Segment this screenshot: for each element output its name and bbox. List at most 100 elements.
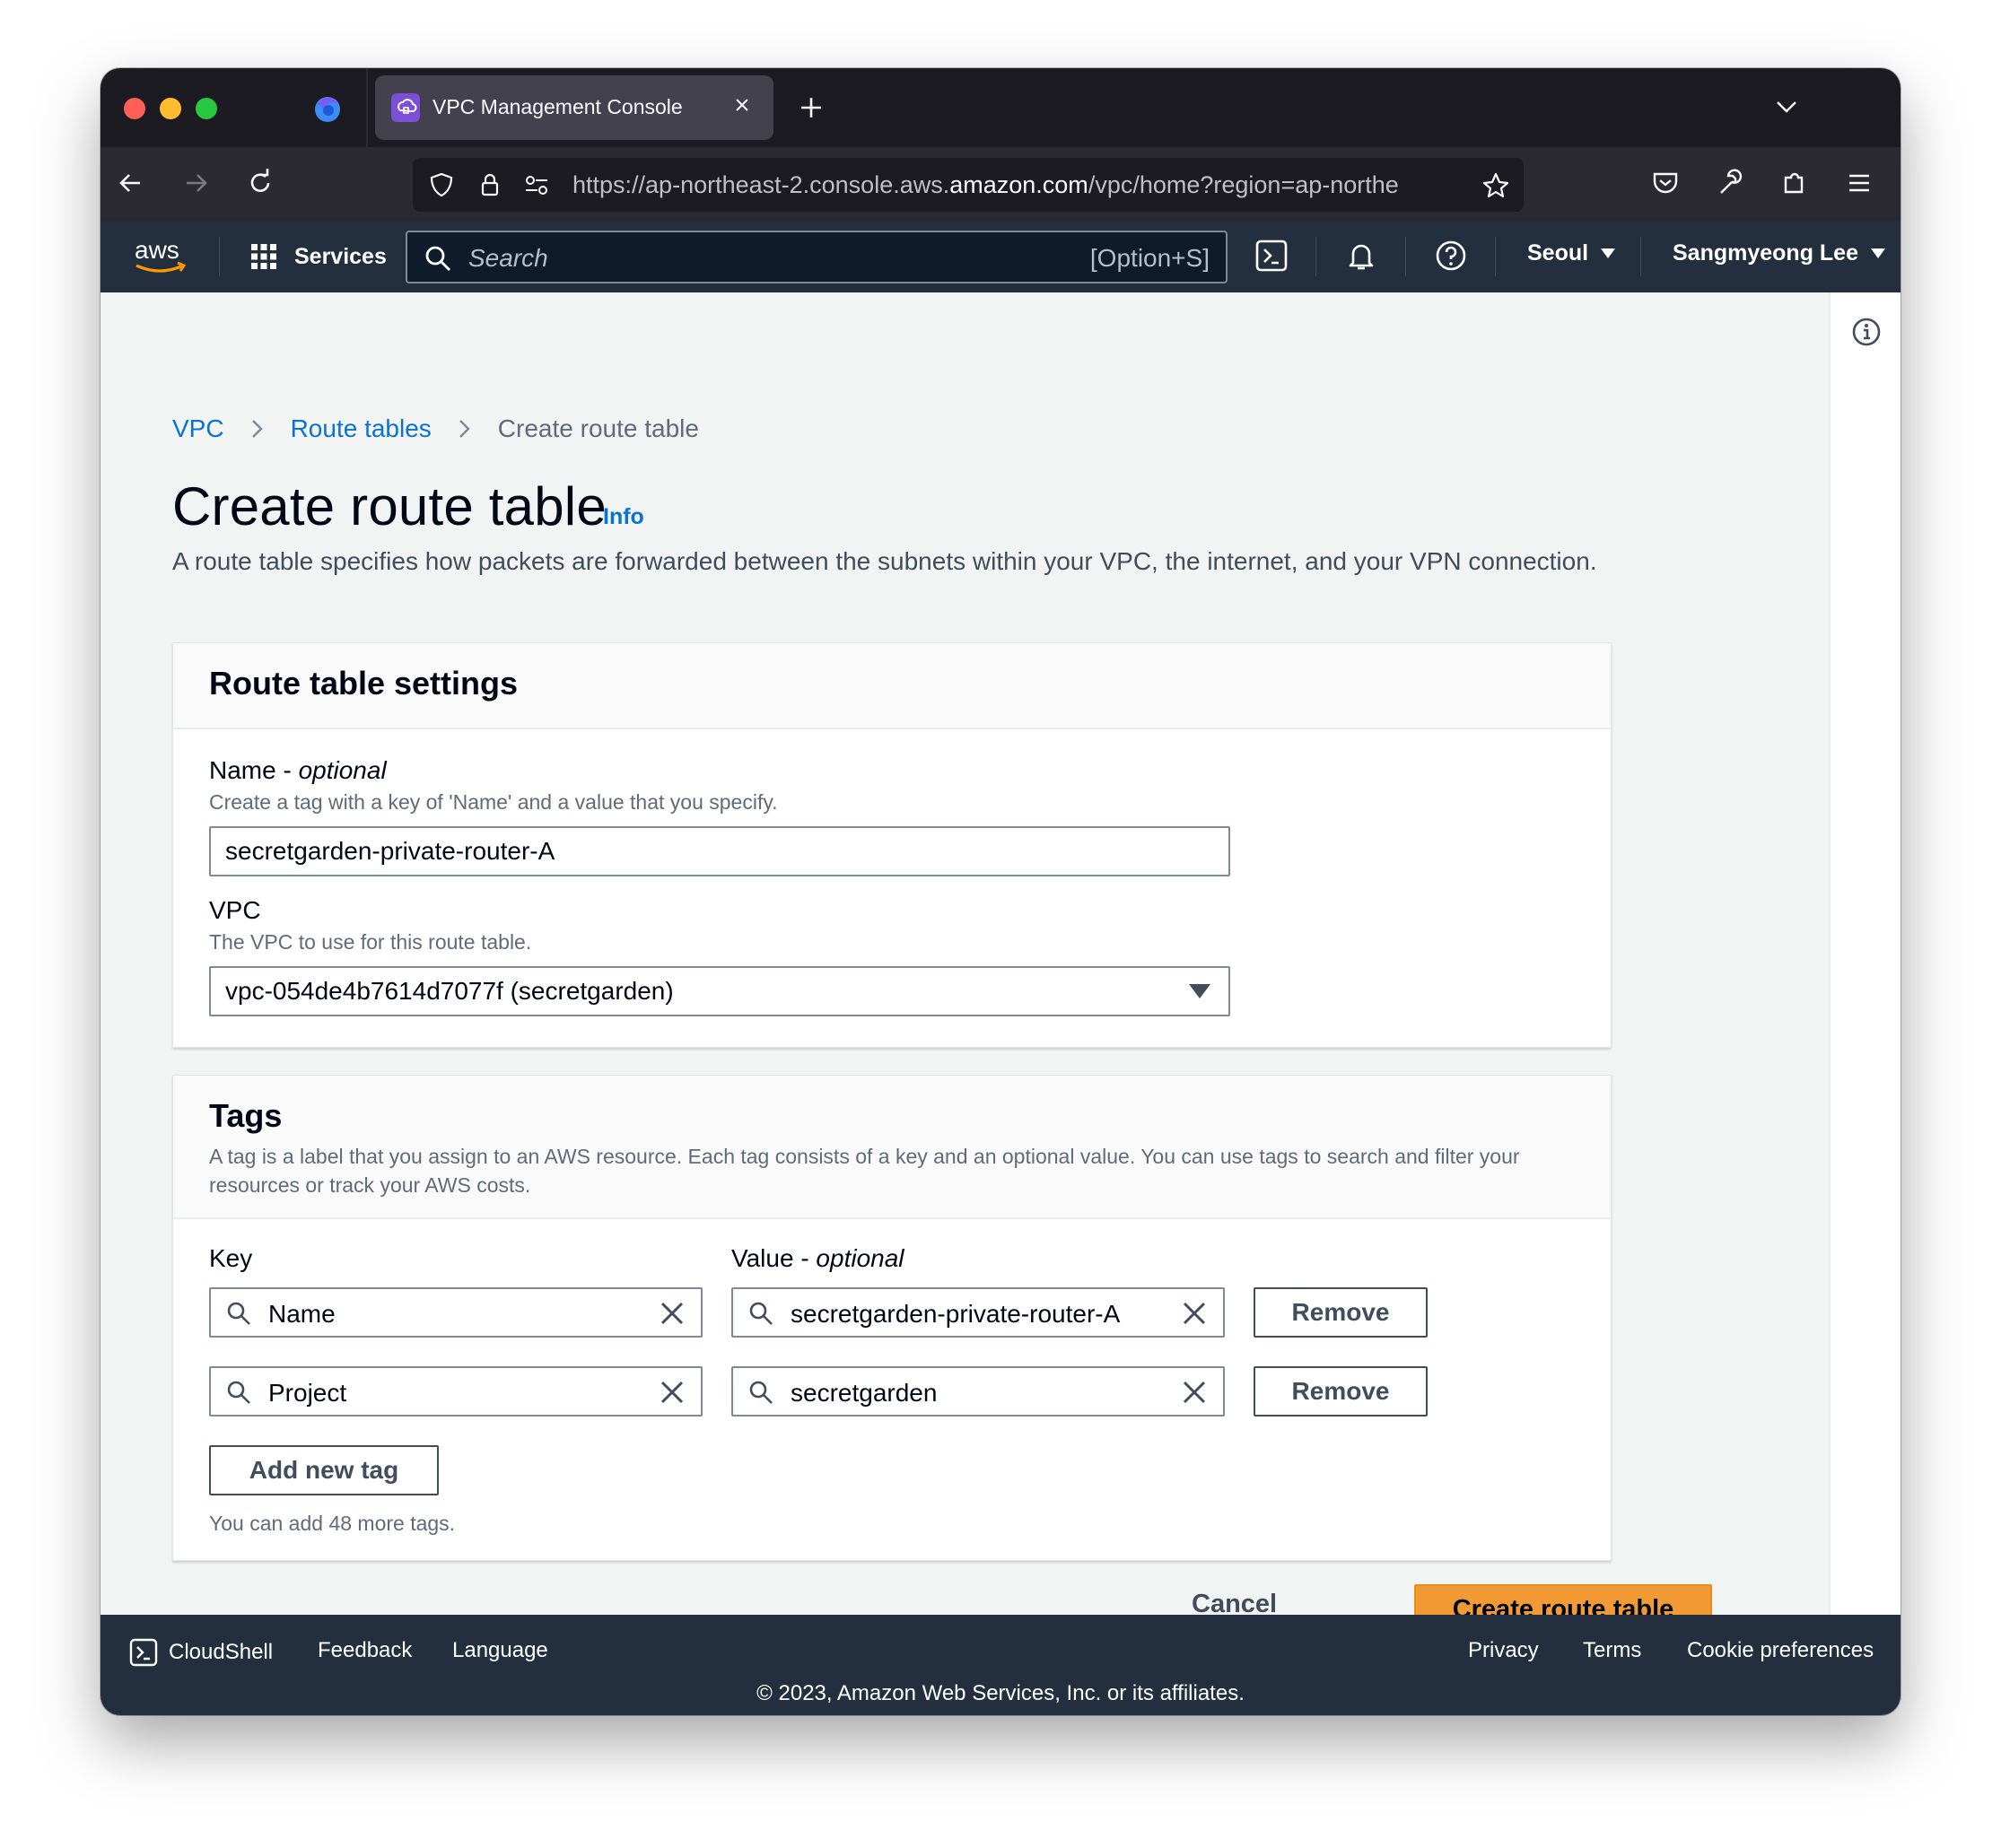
divider bbox=[1495, 237, 1496, 276]
key-column-header: Key bbox=[209, 1244, 253, 1272]
breadcrumb-route-tables[interactable]: Route tables bbox=[291, 414, 432, 443]
vpc-select-value: vpc-054de4b7614d7077f (secretgarden) bbox=[225, 977, 674, 1005]
tab-vpc-console[interactable]: VPC Management Console bbox=[375, 75, 773, 140]
divider bbox=[219, 237, 220, 276]
url-text[interactable]: https://ap-northeast-2.console.aws.amazo… bbox=[572, 171, 1470, 199]
vpc-select[interactable]: vpc-054de4b7614d7077f (secretgarden) bbox=[209, 966, 1230, 1016]
tag-key-input[interactable]: Project bbox=[209, 1366, 703, 1417]
search-icon bbox=[227, 1302, 250, 1325]
footer-terms-link[interactable]: Terms bbox=[1583, 1638, 1641, 1663]
browser-nav-bar: https://ap-northeast-2.console.aws.amazo… bbox=[100, 147, 1901, 221]
name-input-value: secretgarden-private-router-A bbox=[225, 837, 555, 865]
shield-icon[interactable] bbox=[427, 170, 456, 199]
services-menu-button[interactable]: Services bbox=[249, 239, 387, 275]
panel-header: Tags A tag is a label that you assign to… bbox=[173, 1076, 1611, 1219]
caret-down-icon bbox=[1189, 984, 1210, 998]
minimize-window-button[interactable] bbox=[160, 98, 181, 119]
aws-top-nav: aws Services Search [Option+S] Seoul San… bbox=[100, 221, 1901, 292]
tag-limit-note: You can add 48 more tags. bbox=[209, 1512, 456, 1535]
page-description: A route table specifies how packets are … bbox=[172, 547, 1597, 575]
search-placeholder: Search bbox=[468, 244, 548, 272]
footer-privacy-link[interactable]: Privacy bbox=[1468, 1638, 1539, 1663]
name-input[interactable]: secretgarden-private-router-A bbox=[209, 826, 1230, 876]
search-icon bbox=[425, 246, 450, 271]
footer-cookie-preferences-link[interactable]: Cookie preferences bbox=[1687, 1638, 1874, 1663]
info-icon[interactable] bbox=[1850, 316, 1883, 348]
chevron-right-icon bbox=[459, 420, 470, 438]
close-window-button[interactable] bbox=[124, 98, 145, 119]
bell-icon[interactable] bbox=[1344, 239, 1378, 273]
tag-value-value: secretgarden-private-router-A bbox=[791, 1300, 1121, 1328]
footer-feedback-link[interactable]: Feedback bbox=[318, 1638, 412, 1663]
tags-panel: Tags A tag is a label that you assign to… bbox=[172, 1075, 1612, 1561]
vpc-field-label: VPC bbox=[209, 896, 261, 924]
breadcrumb-current: Create route table bbox=[497, 414, 699, 442]
bookmark-star-icon[interactable] bbox=[1481, 170, 1511, 201]
route-table-settings-panel: Route table settings Name - optional Cre… bbox=[172, 642, 1612, 1048]
tag-key-value: Project bbox=[268, 1379, 347, 1407]
remove-tag-button[interactable]: Remove bbox=[1254, 1366, 1428, 1417]
aws-search-input[interactable]: Search [Option+S] bbox=[406, 231, 1228, 283]
clear-icon[interactable] bbox=[658, 1378, 686, 1407]
footer-cloudshell-label: CloudShell bbox=[169, 1640, 274, 1664]
tab-title: VPC Management Console bbox=[433, 95, 683, 118]
page-title: Create route table bbox=[172, 476, 607, 536]
name-field-label: Name - optional bbox=[209, 756, 387, 784]
tags-description: A tag is a label that you assign to an A… bbox=[209, 1145, 1520, 1197]
account-name: Sangmyeong Lee bbox=[1673, 240, 1858, 266]
cloudshell-icon[interactable] bbox=[1254, 239, 1289, 273]
divider bbox=[1315, 237, 1316, 276]
panel-title: Route table settings bbox=[209, 665, 519, 702]
footer-cloudshell-link[interactable]: CloudShell bbox=[129, 1638, 273, 1667]
region-label: Seoul bbox=[1527, 240, 1589, 266]
new-tab-icon[interactable] bbox=[793, 90, 829, 126]
extensions-icon[interactable] bbox=[1777, 165, 1813, 201]
footer-language-link[interactable]: Language bbox=[452, 1638, 548, 1663]
menu-icon[interactable] bbox=[1841, 165, 1877, 201]
back-arrow-icon[interactable] bbox=[113, 165, 149, 201]
tag-key-input[interactable]: Name bbox=[209, 1287, 703, 1338]
panel-header: Route table settings bbox=[173, 643, 1611, 729]
clear-icon[interactable] bbox=[1180, 1299, 1209, 1328]
firefox-view-icon[interactable] bbox=[312, 93, 343, 124]
name-field-description: Create a tag with a key of 'Name' and a … bbox=[209, 790, 778, 814]
lock-icon[interactable] bbox=[476, 170, 504, 199]
url-bar[interactable]: https://ap-northeast-2.console.aws.amazo… bbox=[413, 158, 1524, 212]
reload-icon[interactable] bbox=[242, 165, 278, 201]
breadcrumb-vpc[interactable]: VPC bbox=[172, 414, 224, 443]
maximize-window-button[interactable] bbox=[196, 98, 217, 119]
svg-text:aws: aws bbox=[135, 236, 179, 264]
browser-window: VPC Management Console https://ap-northe… bbox=[100, 68, 1901, 1715]
caret-down-icon bbox=[1871, 248, 1885, 258]
main-content: VPC Route tables Create route table Crea… bbox=[100, 292, 1829, 1615]
region-menu[interactable]: Seoul bbox=[1527, 240, 1616, 266]
remove-tag-button[interactable]: Remove bbox=[1254, 1287, 1428, 1338]
chevron-right-icon bbox=[251, 420, 263, 438]
help-side-panel bbox=[1829, 292, 1901, 1615]
clear-icon[interactable] bbox=[1180, 1378, 1209, 1407]
pocket-icon[interactable] bbox=[1647, 165, 1683, 201]
info-link[interactable]: Info bbox=[603, 504, 644, 530]
help-icon[interactable] bbox=[1434, 239, 1468, 273]
account-menu[interactable]: Sangmyeong Lee bbox=[1673, 240, 1885, 266]
forward-arrow-icon[interactable] bbox=[178, 165, 214, 201]
cloudshell-icon bbox=[129, 1638, 158, 1667]
vpc-field-description: The VPC to use for this route table. bbox=[209, 930, 532, 954]
breadcrumb: VPC Route tables Create route table bbox=[172, 411, 699, 447]
search-shortcut: [Option+S] bbox=[1089, 244, 1210, 272]
url-fade bbox=[1427, 158, 1472, 212]
permissions-icon[interactable] bbox=[522, 170, 551, 199]
clear-icon[interactable] bbox=[658, 1299, 686, 1328]
value-column-header: Value - optional bbox=[731, 1244, 904, 1272]
footer-copyright: © 2023, Amazon Web Services, Inc. or its… bbox=[756, 1681, 1245, 1705]
search-icon bbox=[227, 1381, 250, 1404]
add-new-tag-button[interactable]: Add new tag bbox=[209, 1445, 439, 1495]
tag-value-input[interactable]: secretgarden bbox=[731, 1366, 1225, 1417]
tag-value-input[interactable]: secretgarden-private-router-A bbox=[731, 1287, 1225, 1338]
chevron-down-icon[interactable] bbox=[1771, 92, 1802, 122]
console-footer: CloudShell Feedback Language Privacy Ter… bbox=[100, 1615, 1901, 1715]
caret-down-icon bbox=[1601, 248, 1616, 258]
wrench-icon[interactable] bbox=[1712, 165, 1748, 201]
aws-logo-icon[interactable]: aws bbox=[131, 233, 190, 280]
close-tab-icon[interactable] bbox=[729, 92, 756, 118]
